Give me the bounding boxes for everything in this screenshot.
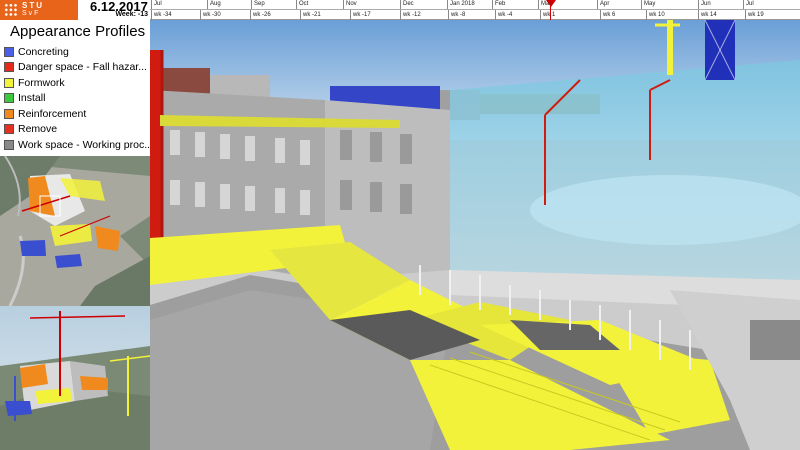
timeline-month: Feb	[492, 0, 540, 9]
site-3d-image	[0, 306, 150, 450]
timeline-week: wk -8	[448, 10, 496, 20]
legend-list: Concreting Danger space - Fall hazar... …	[4, 44, 153, 153]
legend-item-install: Install	[4, 91, 153, 107]
timeline-week: wk 6	[600, 10, 648, 20]
legend-swatch	[4, 46, 14, 57]
legend-item-label: Remove	[18, 123, 58, 136]
legend-item-reinforcement: Reinforcement	[4, 106, 153, 122]
legend-swatch	[4, 62, 14, 73]
timeline-month: Jan 2018	[447, 0, 495, 9]
logo-dots-icon	[4, 3, 18, 17]
legend-item-label: Install	[18, 92, 46, 105]
current-date-box: 6.12.2017 Week: -13	[78, 0, 150, 20]
timeline-week: wk 14	[698, 10, 746, 20]
legend-swatch	[4, 108, 14, 119]
timeline-month: Aug	[207, 0, 255, 9]
timeline-week: wk -30	[200, 10, 248, 20]
current-time-marker-line	[550, 6, 551, 20]
legend-item-label: Danger space - Fall hazar...	[18, 61, 147, 74]
construction-scene	[150, 20, 800, 450]
timeline-week: wk -12	[400, 10, 448, 20]
timeline-month: Dec	[400, 0, 448, 9]
timeline-month: Jun	[698, 0, 746, 9]
timeline-week: wk -26	[250, 10, 298, 20]
legend-item-concreting: Concreting	[4, 44, 153, 60]
legend-item-formwork: Formwork	[4, 75, 153, 91]
3d-construction-viewport[interactable]	[150, 20, 800, 450]
legend-swatch	[4, 93, 14, 104]
timeline-ruler[interactable]: Jul Aug Sep Oct Nov Dec Jan 2018 Feb Mar…	[150, 0, 800, 20]
legend-item-label: Reinforcement	[18, 107, 87, 120]
timeline-week: wk 19	[745, 10, 793, 20]
legend-item-label: Formwork	[18, 76, 65, 89]
legend-title: Appearance Profiles	[10, 23, 146, 40]
timeline-month: Jul	[743, 0, 791, 9]
timeline-month: Nov	[343, 0, 391, 9]
timeline-week: wk 10	[646, 10, 694, 20]
timeline-week: wk -17	[350, 10, 398, 20]
timeline-month: Sep	[251, 0, 299, 9]
legend-item-danger-space: Danger space - Fall hazar...	[4, 60, 153, 76]
timeline-week: wk 1	[540, 10, 588, 20]
timeline-week: wk -34	[151, 10, 200, 20]
timeline-week: wk -4	[495, 10, 543, 20]
university-logo: STU SvF	[0, 0, 78, 20]
timeline-month: Oct	[296, 0, 344, 9]
legend-swatch	[4, 139, 14, 150]
site-plan-thumbnail[interactable]	[0, 156, 150, 306]
legend-item-remove: Remove	[4, 122, 153, 138]
logo-text-svf: SvF	[22, 10, 41, 17]
site-3d-thumbnail[interactable]	[0, 306, 150, 450]
appearance-profiles-legend: Appearance Profiles Concreting Danger sp…	[0, 20, 153, 156]
legend-swatch	[4, 77, 14, 88]
legend-item-label: Work space - Working proc...	[18, 138, 153, 151]
legend-item-label: Concreting	[18, 45, 69, 58]
site-plan-image	[0, 156, 150, 306]
timeline-week: wk -21	[300, 10, 348, 20]
current-week: Week: -13	[115, 11, 148, 18]
timeline-month: Apr	[597, 0, 645, 9]
current-time-marker-icon[interactable]	[546, 0, 556, 7]
timeline-month: Jul	[151, 0, 200, 9]
legend-item-work-space: Work space - Working proc...	[4, 137, 153, 153]
legend-swatch	[4, 124, 14, 135]
timeline-month: May	[641, 0, 689, 9]
logo-text-stu: STU	[22, 1, 44, 10]
